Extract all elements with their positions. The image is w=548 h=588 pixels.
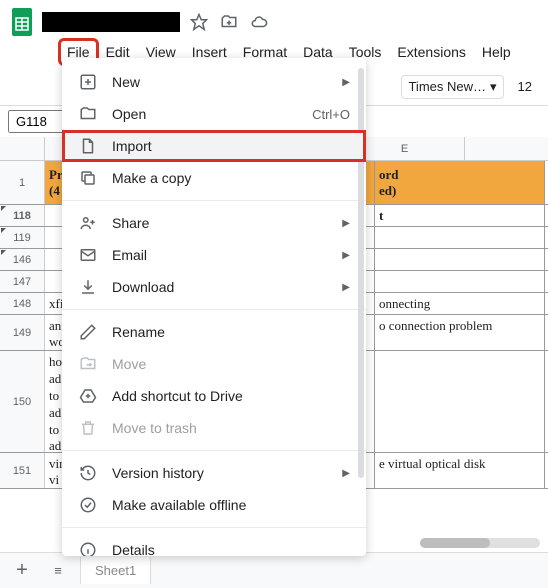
offline-icon — [78, 495, 98, 515]
cell[interactable]: onnecting — [375, 293, 545, 314]
menu-divider — [62, 309, 366, 310]
move-icon[interactable] — [218, 11, 240, 33]
row-header[interactable]: 151 — [0, 453, 45, 488]
menu-item-label: Make a copy — [112, 170, 350, 186]
menu-item-rename[interactable]: Rename — [62, 316, 366, 348]
menu-item-shortcut: Ctrl+O — [312, 107, 350, 122]
cell[interactable]: orded) — [375, 161, 545, 204]
info-icon — [78, 540, 98, 556]
google-sheets-logo[interactable] — [10, 6, 34, 38]
submenu-arrow-icon: ▶ — [342, 77, 350, 88]
menu-item-move: Move — [62, 348, 366, 380]
menu-divider — [62, 200, 366, 201]
cell[interactable]: e virtual optical disk — [375, 453, 545, 488]
cell[interactable]: t — [375, 205, 545, 226]
sheet-tab[interactable]: Sheet1 — [80, 557, 151, 584]
cloud-icon[interactable] — [248, 11, 270, 33]
menu-item-version-history[interactable]: Version history ▶ — [62, 457, 366, 489]
menu-divider — [62, 527, 366, 528]
menu-item-add-shortcut-to-drive[interactable]: Add shortcut to Drive — [62, 380, 366, 412]
file-icon — [78, 136, 98, 156]
cell[interactable] — [375, 227, 545, 248]
person-plus-icon — [78, 213, 98, 233]
font-family-select[interactable]: Times New… ▾ — [401, 75, 503, 99]
submenu-arrow-icon: ▶ — [342, 250, 350, 261]
menu-item-label: Import — [112, 138, 350, 154]
trash-icon — [78, 418, 98, 438]
menu-item-label: New — [112, 74, 328, 90]
menu-divider — [62, 450, 366, 451]
group-indicator-icon — [1, 228, 6, 233]
file-menu-dropdown: New▶OpenCtrl+OImportMake a copyShare▶Ema… — [62, 58, 366, 556]
submenu-arrow-icon: ▶ — [342, 282, 350, 293]
chevron-down-icon: ▾ — [490, 79, 497, 95]
submenu-arrow-icon: ▶ — [342, 468, 350, 479]
cell[interactable] — [375, 249, 545, 270]
menubar-item-extensions[interactable]: Extensions — [390, 40, 472, 64]
drive-plus-icon — [78, 386, 98, 406]
horizontal-scrollbar[interactable] — [420, 538, 540, 548]
row-header[interactable]: 1 — [0, 161, 45, 204]
menu-item-make-a-copy[interactable]: Make a copy — [62, 162, 366, 194]
menu-item-label: Add shortcut to Drive — [112, 388, 350, 404]
menubar-item-help[interactable]: Help — [475, 40, 518, 64]
sheet-tabs-bar: + ≡ Sheet1 — [0, 552, 548, 588]
star-icon[interactable] — [188, 11, 210, 33]
menu-item-share[interactable]: Share ▶ — [62, 207, 366, 239]
all-sheets-button[interactable]: ≡ — [44, 557, 72, 585]
copy-icon — [78, 168, 98, 188]
cell[interactable]: o connection problem — [375, 315, 545, 350]
row-header[interactable]: 146 — [0, 249, 45, 270]
menu-item-label: Open — [112, 106, 298, 122]
menu-item-label: Rename — [112, 324, 350, 340]
history-icon — [78, 463, 98, 483]
plus-box-icon — [78, 72, 98, 92]
row-header[interactable]: 118 — [0, 205, 45, 226]
document-title[interactable] — [42, 12, 180, 32]
menu-item-move-to-trash: Move to trash — [62, 412, 366, 444]
menu-item-label: Make available offline — [112, 497, 350, 513]
menu-item-label: Move — [112, 356, 350, 372]
row-header[interactable]: 147 — [0, 271, 45, 292]
cell[interactable] — [375, 351, 545, 452]
row-header[interactable]: 148 — [0, 293, 45, 314]
row-header[interactable]: 150 — [0, 351, 45, 452]
submenu-arrow-icon: ▶ — [342, 218, 350, 229]
menu-item-make-available-offline[interactable]: Make available offline — [62, 489, 366, 521]
row-header[interactable]: 119 — [0, 227, 45, 248]
group-indicator-icon — [1, 250, 6, 255]
menu-item-label: Email — [112, 247, 328, 263]
menu-item-download[interactable]: Download ▶ — [62, 271, 366, 303]
cell[interactable] — [375, 271, 545, 292]
menu-item-label: Details — [112, 542, 350, 556]
pencil-icon — [78, 322, 98, 342]
row-header[interactable]: 149 — [0, 315, 45, 350]
menu-item-open[interactable]: Open Ctrl+O — [62, 98, 366, 130]
folder-move-icon — [78, 354, 98, 374]
menu-item-details[interactable]: Details — [62, 534, 366, 556]
menu-item-new[interactable]: New ▶ — [62, 66, 366, 98]
menu-item-import[interactable]: Import — [62, 130, 366, 162]
titlebar — [0, 0, 548, 40]
font-size-input[interactable]: 12 — [512, 76, 538, 97]
menu-item-email[interactable]: Email ▶ — [62, 239, 366, 271]
menu-item-label: Share — [112, 215, 328, 231]
group-indicator-icon — [1, 206, 6, 211]
menu-item-label: Download — [112, 279, 328, 295]
add-sheet-button[interactable]: + — [8, 557, 36, 585]
menu-item-label: Version history — [112, 465, 328, 481]
mail-icon — [78, 245, 98, 265]
folder-icon — [78, 104, 98, 124]
name-box[interactable] — [8, 110, 66, 133]
download-icon — [78, 277, 98, 297]
menu-item-label: Move to trash — [112, 420, 350, 436]
